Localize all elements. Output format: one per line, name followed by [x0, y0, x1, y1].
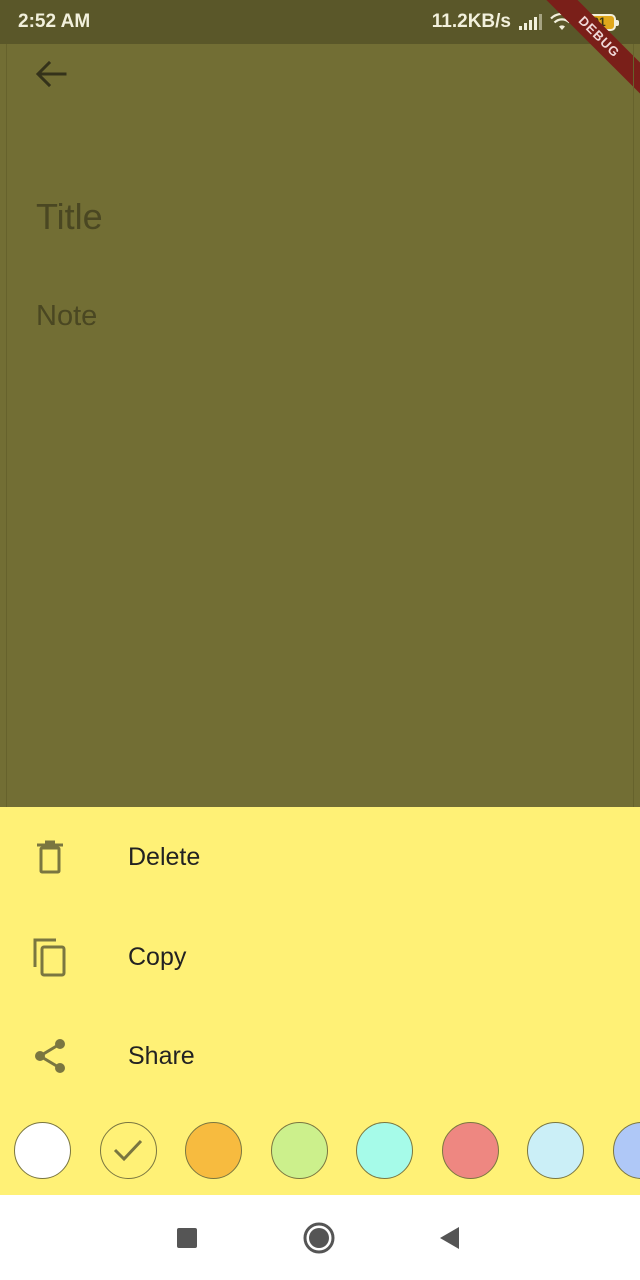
color-swatch[interactable] — [612, 1122, 640, 1179]
color-swatch[interactable] — [270, 1122, 328, 1179]
signal-icon — [519, 14, 542, 30]
copy-menu-item[interactable]: Copy — [0, 912, 640, 1002]
home-circle-icon — [303, 1222, 335, 1254]
recents-button[interactable] — [166, 1217, 208, 1259]
status-bar: 2:52 AM 11.2KB/s 91 — [0, 0, 640, 44]
wifi-icon — [550, 13, 574, 30]
check-icon — [113, 1139, 142, 1162]
options-bottom-sheet: Delete Copy Share — [0, 807, 640, 1195]
back-nav-button[interactable] — [428, 1217, 470, 1259]
delete-menu-item[interactable]: Delete — [0, 812, 640, 902]
delete-label: Delete — [128, 842, 201, 871]
share-menu-item[interactable]: Share — [0, 1011, 640, 1101]
battery-icon: 91 — [582, 13, 619, 31]
note-input[interactable] — [36, 298, 596, 334]
back-triangle-icon — [440, 1227, 459, 1249]
copy-label: Copy — [128, 942, 187, 971]
color-picker-row — [0, 1121, 640, 1181]
network-speed: 11.2KB/s — [431, 11, 511, 32]
battery-level: 91 — [592, 15, 606, 29]
share-label: Share — [128, 1041, 195, 1070]
status-time: 2:52 AM — [18, 11, 91, 32]
status-indicators: 11.2KB/s 91 — [432, 11, 622, 33]
color-swatch[interactable] — [14, 1122, 71, 1179]
color-swatch[interactable] — [185, 1122, 242, 1179]
color-swatch[interactable] — [356, 1122, 413, 1179]
color-swatch[interactable] — [441, 1122, 499, 1179]
title-input[interactable] — [36, 195, 596, 239]
back-button[interactable] — [34, 54, 82, 94]
home-button[interactable] — [298, 1217, 340, 1259]
color-swatch[interactable] — [527, 1122, 584, 1179]
recents-square-icon — [177, 1228, 197, 1248]
share-icon — [30, 1036, 70, 1076]
arrow-back-icon — [35, 60, 67, 88]
system-nav-bar — [0, 1195, 640, 1280]
note-editor — [6, 44, 634, 807]
copy-icon — [30, 937, 70, 977]
color-swatch-selected[interactable] — [99, 1122, 157, 1179]
trash-icon — [30, 837, 70, 877]
